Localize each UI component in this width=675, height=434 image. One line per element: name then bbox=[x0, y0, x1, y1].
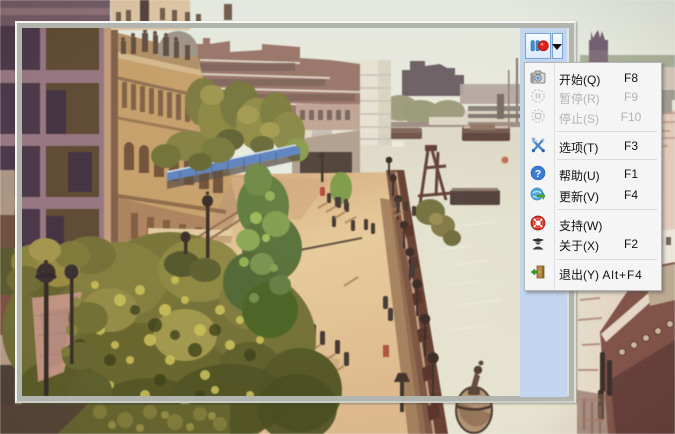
svg-text:?: ? bbox=[535, 168, 541, 180]
